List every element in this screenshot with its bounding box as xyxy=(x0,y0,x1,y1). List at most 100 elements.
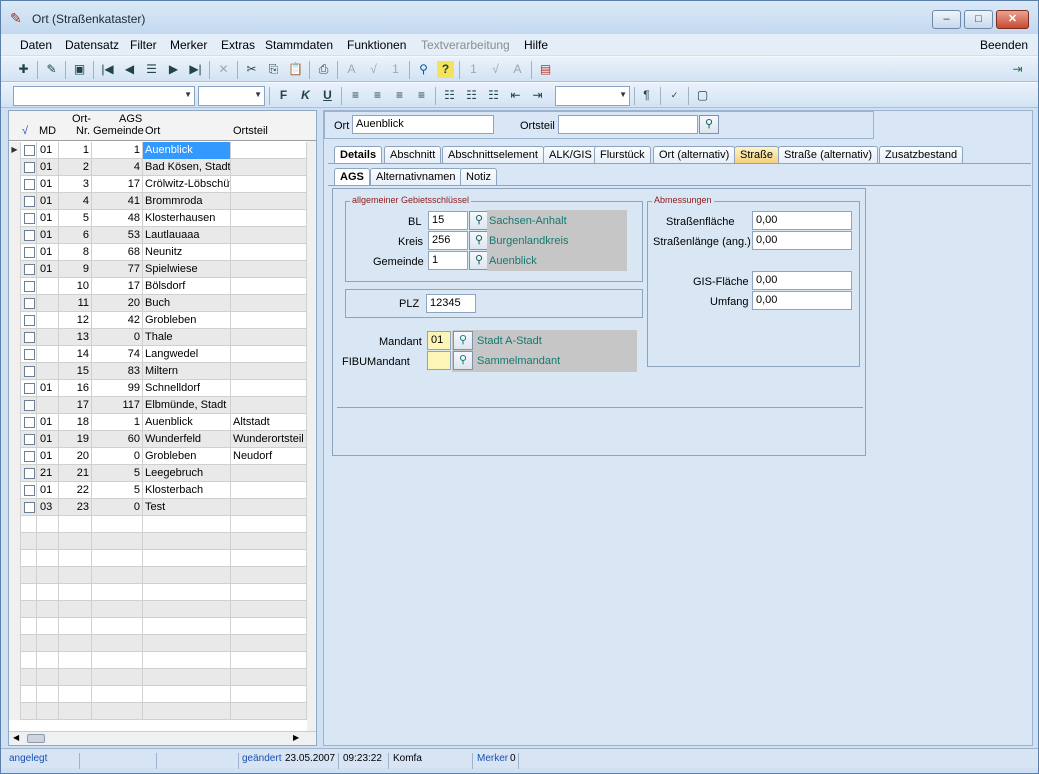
table-row[interactable]: 10 17 Bölsdorf xyxy=(9,278,316,295)
style-combo[interactable]: ▼ xyxy=(555,86,630,106)
mandant-input[interactable]: 01 xyxy=(427,331,451,350)
table-row[interactable]: 12 42 Grobleben xyxy=(9,312,316,329)
next-record-icon[interactable]: ▶ xyxy=(165,61,182,78)
table-row[interactable]: 01 20 0 Grobleben Neudorf xyxy=(9,448,316,465)
list-icon-b[interactable]: ☷ xyxy=(485,87,502,104)
header-check[interactable]: √ xyxy=(22,125,28,137)
one-b-icon[interactable]: 1 xyxy=(465,61,482,78)
search-icon[interactable]: ⚲ xyxy=(415,61,432,78)
row-checkbox[interactable] xyxy=(21,431,37,448)
new-record-icon[interactable]: ✚ xyxy=(15,61,32,78)
grid-horizontal-scrollbar[interactable]: ◀ ▶ xyxy=(9,731,316,745)
page-setup-icon[interactable]: ▢ xyxy=(694,87,711,104)
table-row[interactable]: 01 5 48 Klosterhausen xyxy=(9,210,316,227)
table-row[interactable]: 01 6 53 Lautlauaaa xyxy=(9,227,316,244)
table-row[interactable]: 01 3 17 Crölwitz-Löbschütz xyxy=(9,176,316,193)
row-checkbox[interactable] xyxy=(21,227,37,244)
row-checkbox[interactable] xyxy=(21,142,37,159)
table-row[interactable]: 14 74 Langwedel xyxy=(9,346,316,363)
header-ags-bottom[interactable]: Gemeinde xyxy=(93,125,144,137)
row-checkbox[interactable] xyxy=(21,482,37,499)
copy-icon[interactable]: ⎘ xyxy=(265,61,282,78)
bullet-list-icon[interactable]: ☷ xyxy=(463,87,480,104)
menu-hilfe[interactable]: Hilfe xyxy=(524,38,548,52)
exit-door-icon[interactable]: ⇥ xyxy=(1009,61,1026,78)
tab-strasse-alternativ[interactable]: Straße (alternativ) xyxy=(778,146,879,164)
one-icon[interactable]: 1 xyxy=(387,61,404,78)
report-a-icon[interactable]: A xyxy=(343,61,360,78)
pilcrow-icon[interactable]: ¶ xyxy=(638,87,655,104)
spellcheck-icon[interactable]: ✓ xyxy=(666,87,683,104)
align-center-icon[interactable]: ≡ xyxy=(369,87,386,104)
strassenlaenge-input[interactable]: 0,00 xyxy=(752,231,852,250)
header-ags-top[interactable]: AGS xyxy=(119,113,142,125)
outdent-icon[interactable]: ⇤ xyxy=(507,87,524,104)
menu-stammdaten[interactable]: Stammdaten xyxy=(265,38,333,52)
tab-abschnittselement[interactable]: Abschnittselement xyxy=(442,146,544,164)
row-checkbox[interactable] xyxy=(21,210,37,227)
header-md[interactable]: MD xyxy=(39,125,56,137)
table-row[interactable]: 11 20 Buch xyxy=(9,295,316,312)
subtab-alternativnamen[interactable]: Alternativnamen xyxy=(370,168,462,186)
align-right-icon[interactable]: ≡ xyxy=(391,87,408,104)
align-left-icon[interactable]: ≡ xyxy=(347,87,364,104)
kreis-input[interactable]: 256 xyxy=(428,231,468,250)
row-checkbox[interactable] xyxy=(21,448,37,465)
edit-icon[interactable]: ✎ xyxy=(43,61,60,78)
menu-merker[interactable]: Merker xyxy=(170,38,207,52)
first-record-icon[interactable]: |◀ xyxy=(99,61,116,78)
tab-details[interactable]: Details xyxy=(334,146,383,164)
table-row[interactable]: 01 18 1 Auenblick Altstadt xyxy=(9,414,316,431)
table-row[interactable]: 21 21 5 Leegebruch xyxy=(9,465,316,482)
check-b-icon[interactable]: √ xyxy=(487,61,504,78)
grid-vertical-scrollbar[interactable] xyxy=(307,141,316,731)
table-row[interactable]: 01 4 41 Brommroda xyxy=(9,193,316,210)
row-checkbox[interactable] xyxy=(21,380,37,397)
header-ort[interactable]: Ort xyxy=(145,125,160,137)
font-combo[interactable]: ▼ xyxy=(13,86,195,106)
maximize-button[interactable]: □ xyxy=(964,10,993,29)
row-checkbox[interactable] xyxy=(21,278,37,295)
gemeinde-binoculars-icon[interactable]: ⚲ xyxy=(469,251,489,270)
table-row[interactable]: 15 83 Miltern xyxy=(9,363,316,380)
binoculars-icon[interactable]: ⚲ xyxy=(699,115,719,134)
header-nr-bottom[interactable]: Nr. xyxy=(76,125,90,137)
row-checkbox[interactable] xyxy=(21,499,37,516)
table-row[interactable]: ▶ 01 1 1 Auenblick xyxy=(9,142,316,159)
gemeinde-input[interactable]: 1 xyxy=(428,251,468,270)
row-checkbox[interactable] xyxy=(21,261,37,278)
ortsteil-search-input[interactable] xyxy=(558,115,698,134)
umfang-input[interactable]: 0,00 xyxy=(752,291,852,310)
row-checkbox[interactable] xyxy=(21,414,37,431)
menu-funktionen[interactable]: Funktionen xyxy=(347,38,406,52)
header-nr-top[interactable]: Ort- xyxy=(72,113,91,125)
ort-search-input[interactable]: Auenblick xyxy=(352,115,494,134)
paste-icon[interactable]: 📋 xyxy=(287,61,304,78)
row-checkbox[interactable] xyxy=(21,346,37,363)
row-checkbox[interactable] xyxy=(21,176,37,193)
italic-icon[interactable]: K xyxy=(297,87,314,104)
help-icon[interactable]: ? xyxy=(437,61,454,78)
bold-icon[interactable]: F xyxy=(275,87,292,104)
kreis-binoculars-icon[interactable]: ⚲ xyxy=(469,231,489,250)
row-checkbox[interactable] xyxy=(21,329,37,346)
menu-daten[interactable]: Daten xyxy=(20,38,52,52)
calendar-icon[interactable]: ▤ xyxy=(537,61,554,78)
row-checkbox[interactable] xyxy=(21,295,37,312)
tab-flurstueck[interactable]: Flurstück xyxy=(594,146,651,164)
underline-icon[interactable]: U xyxy=(319,87,336,104)
row-checkbox[interactable] xyxy=(21,465,37,482)
tab-alk-gis[interactable]: ALK/GIS xyxy=(543,146,598,164)
list-icon[interactable]: ☰ xyxy=(143,61,160,78)
menu-textverarbeitung[interactable]: Textverarbeitung xyxy=(421,38,510,52)
print-icon[interactable]: ⎙ xyxy=(315,61,332,78)
bl-input[interactable]: 15 xyxy=(428,211,468,230)
strassenflaeche-input[interactable]: 0,00 xyxy=(752,211,852,230)
copy-record-icon[interactable]: ▣ xyxy=(71,61,88,78)
close-button[interactable]: ✕ xyxy=(996,10,1029,29)
prev-record-icon[interactable]: ◀ xyxy=(121,61,138,78)
table-row[interactable]: 01 19 60 Wunderfeld Wunderortsteil xyxy=(9,431,316,448)
delete-icon[interactable]: ✕ xyxy=(215,61,232,78)
mandant-binoculars-icon[interactable]: ⚲ xyxy=(453,331,473,350)
report-b-icon[interactable]: A xyxy=(509,61,526,78)
